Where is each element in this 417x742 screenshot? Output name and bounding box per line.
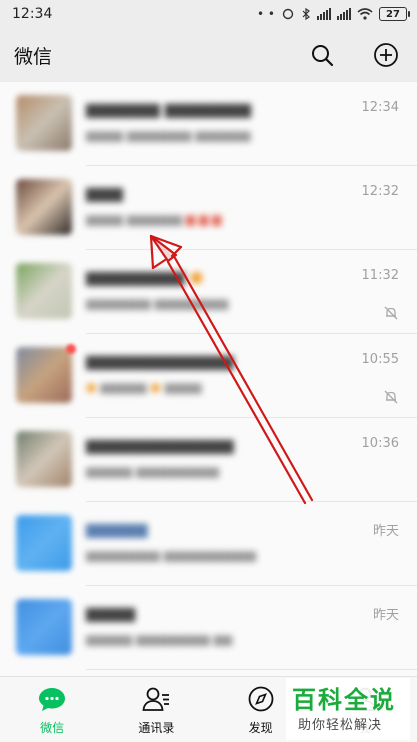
chat-meta: 11:32 bbox=[362, 268, 399, 321]
chat-time: 昨天 bbox=[372, 608, 399, 623]
chat-meta: 10:55 bbox=[362, 352, 399, 405]
page-title: 微信 bbox=[14, 45, 53, 68]
chat-meta: 12:32 bbox=[362, 184, 399, 199]
tab-label: 发现 bbox=[248, 721, 273, 735]
chat-preview-redacted: ▆▆▆▆ ▆▆▆▆▆▆ ▆ ▆ ▆ bbox=[86, 212, 222, 226]
alarm-icon bbox=[282, 8, 294, 20]
chat-content-blurred: ▆▆▆▆▆ ▆▆▆▆▆▆▆▆ ▆▆▆▆▆▆▆▆▆▆ bbox=[86, 515, 417, 562]
chat-meta: 12:34 bbox=[362, 100, 399, 115]
chat-list: ▆▆▆▆▆▆ ▆▆▆▆▆▆▆ ▆▆▆▆ ▆▆▆▆▆▆▆ ▆▆▆▆▆▆ 12:34… bbox=[0, 82, 417, 676]
tab-chats[interactable]: 微信 bbox=[0, 677, 104, 742]
avatar bbox=[16, 431, 72, 487]
chat-time: 12:32 bbox=[361, 184, 399, 199]
chat-preview-redacted: ▆▆▆▆▆ ▆▆▆▆▆▆▆▆▆ bbox=[86, 464, 220, 478]
chat-preview-redacted: ▆▆▆▆ ▆▆▆▆▆▆▆ ▆▆▆▆▆▆ bbox=[86, 128, 251, 142]
contacts-icon bbox=[141, 685, 171, 713]
watermark-subtitle: 助你轻松解决 bbox=[298, 718, 383, 733]
chat-preview-redacted: ▆▆▆▆▆ ▆▆▆▆▆▆▆▆ ▆▆ bbox=[86, 632, 233, 646]
chat-time: 10:55 bbox=[361, 352, 399, 367]
status-icons: • • 27 bbox=[257, 7, 410, 21]
wifi-icon bbox=[357, 8, 373, 20]
chat-preview-redacted: ▆▆▆▆▆▆▆▆ ▆▆▆▆▆▆▆▆▆▆ bbox=[86, 548, 256, 562]
add-button[interactable] bbox=[373, 42, 399, 68]
status-bar: 12:34 • • 27 bbox=[0, 0, 417, 28]
chat-time: 昨天 bbox=[372, 524, 399, 539]
chat-bubble-icon bbox=[37, 685, 67, 713]
chat-time: 12:34 bbox=[361, 100, 399, 115]
chat-time: 11:32 bbox=[361, 268, 399, 283]
compass-icon bbox=[246, 685, 276, 713]
chat-meta: 昨天 bbox=[373, 520, 399, 539]
watermark-logo: 百科全说 助你轻松解决 bbox=[286, 678, 410, 740]
battery-icon: 27 bbox=[379, 7, 410, 21]
chat-meta: 10:36 bbox=[362, 436, 399, 451]
mute-bell-icon bbox=[384, 390, 398, 404]
status-time: 12:34 bbox=[12, 6, 53, 22]
chat-list-item[interactable]: ▆▆▆▆▆ ▆▆▆▆▆▆▆▆ ▆▆▆▆▆▆▆▆▆▆ 昨天 bbox=[0, 502, 417, 586]
tab-contacts[interactable]: 通讯录 bbox=[104, 677, 208, 742]
signal-icon bbox=[337, 8, 351, 20]
header-actions bbox=[309, 42, 399, 68]
mute-bell-icon bbox=[384, 306, 398, 320]
avatar bbox=[16, 179, 72, 235]
avatar bbox=[16, 515, 72, 571]
chat-list-item[interactable]: ▆▆▆▆▆▆▆▆▆▆▆▆ ▆▆▆▆▆ ▆▆▆▆▆▆▆▆▆ 10:36 bbox=[0, 418, 417, 502]
chat-list-item[interactable]: ▆▆▆▆▆▆▆▆▆▆▆▆ ● ▆▆▆▆▆ ● ▆▆▆▆ 10:55 bbox=[0, 334, 417, 418]
more-dots-icon: • • bbox=[257, 7, 275, 21]
tab-label: 微信 bbox=[40, 721, 65, 735]
avatar bbox=[16, 599, 72, 655]
bluetooth-icon bbox=[302, 8, 310, 20]
avatar bbox=[16, 347, 72, 403]
chat-meta: 昨天 bbox=[373, 604, 399, 623]
app-header: 微信 bbox=[0, 28, 417, 82]
chat-list-item[interactable]: ▆▆▆▆▆▆▆▆ ● ▆▆▆▆▆▆▆ ▆▆▆▆▆▆▆▆ 11:32 bbox=[0, 250, 417, 334]
chat-content-blurred: ▆▆▆▆ ▆▆▆▆▆ ▆▆▆▆▆▆▆▆ ▆▆ bbox=[86, 599, 417, 646]
search-button[interactable] bbox=[309, 42, 335, 68]
tab-label: 通讯录 bbox=[138, 721, 175, 735]
chat-name-redacted: ▆▆▆▆ bbox=[86, 603, 136, 622]
chat-list-item[interactable]: ▆▆▆▆ ▆▆▆▆▆ ▆▆▆▆▆▆▆▆ ▆▆ 昨天 bbox=[0, 586, 417, 670]
chat-name-redacted: ▆▆▆▆▆ bbox=[86, 519, 148, 538]
chat-list-item[interactable]: ▆▆▆▆▆▆ ▆▆▆▆▆▆▆ ▆▆▆▆ ▆▆▆▆▆▆▆ ▆▆▆▆▆▆ 12:34 bbox=[0, 82, 417, 166]
search-icon bbox=[312, 45, 334, 67]
avatar bbox=[16, 95, 72, 151]
chat-time: 10:36 bbox=[361, 436, 399, 451]
signal-icon-hd bbox=[317, 8, 331, 20]
chat-list-item[interactable]: ▆▆▆ ▆▆▆▆ ▆▆▆▆▆▆ ▆ ▆ ▆ 12:32 bbox=[0, 166, 417, 250]
unread-dot bbox=[66, 344, 76, 354]
plus-circle-icon bbox=[374, 43, 398, 67]
avatar bbox=[16, 263, 72, 319]
watermark-title: 百科全说 bbox=[292, 686, 396, 714]
